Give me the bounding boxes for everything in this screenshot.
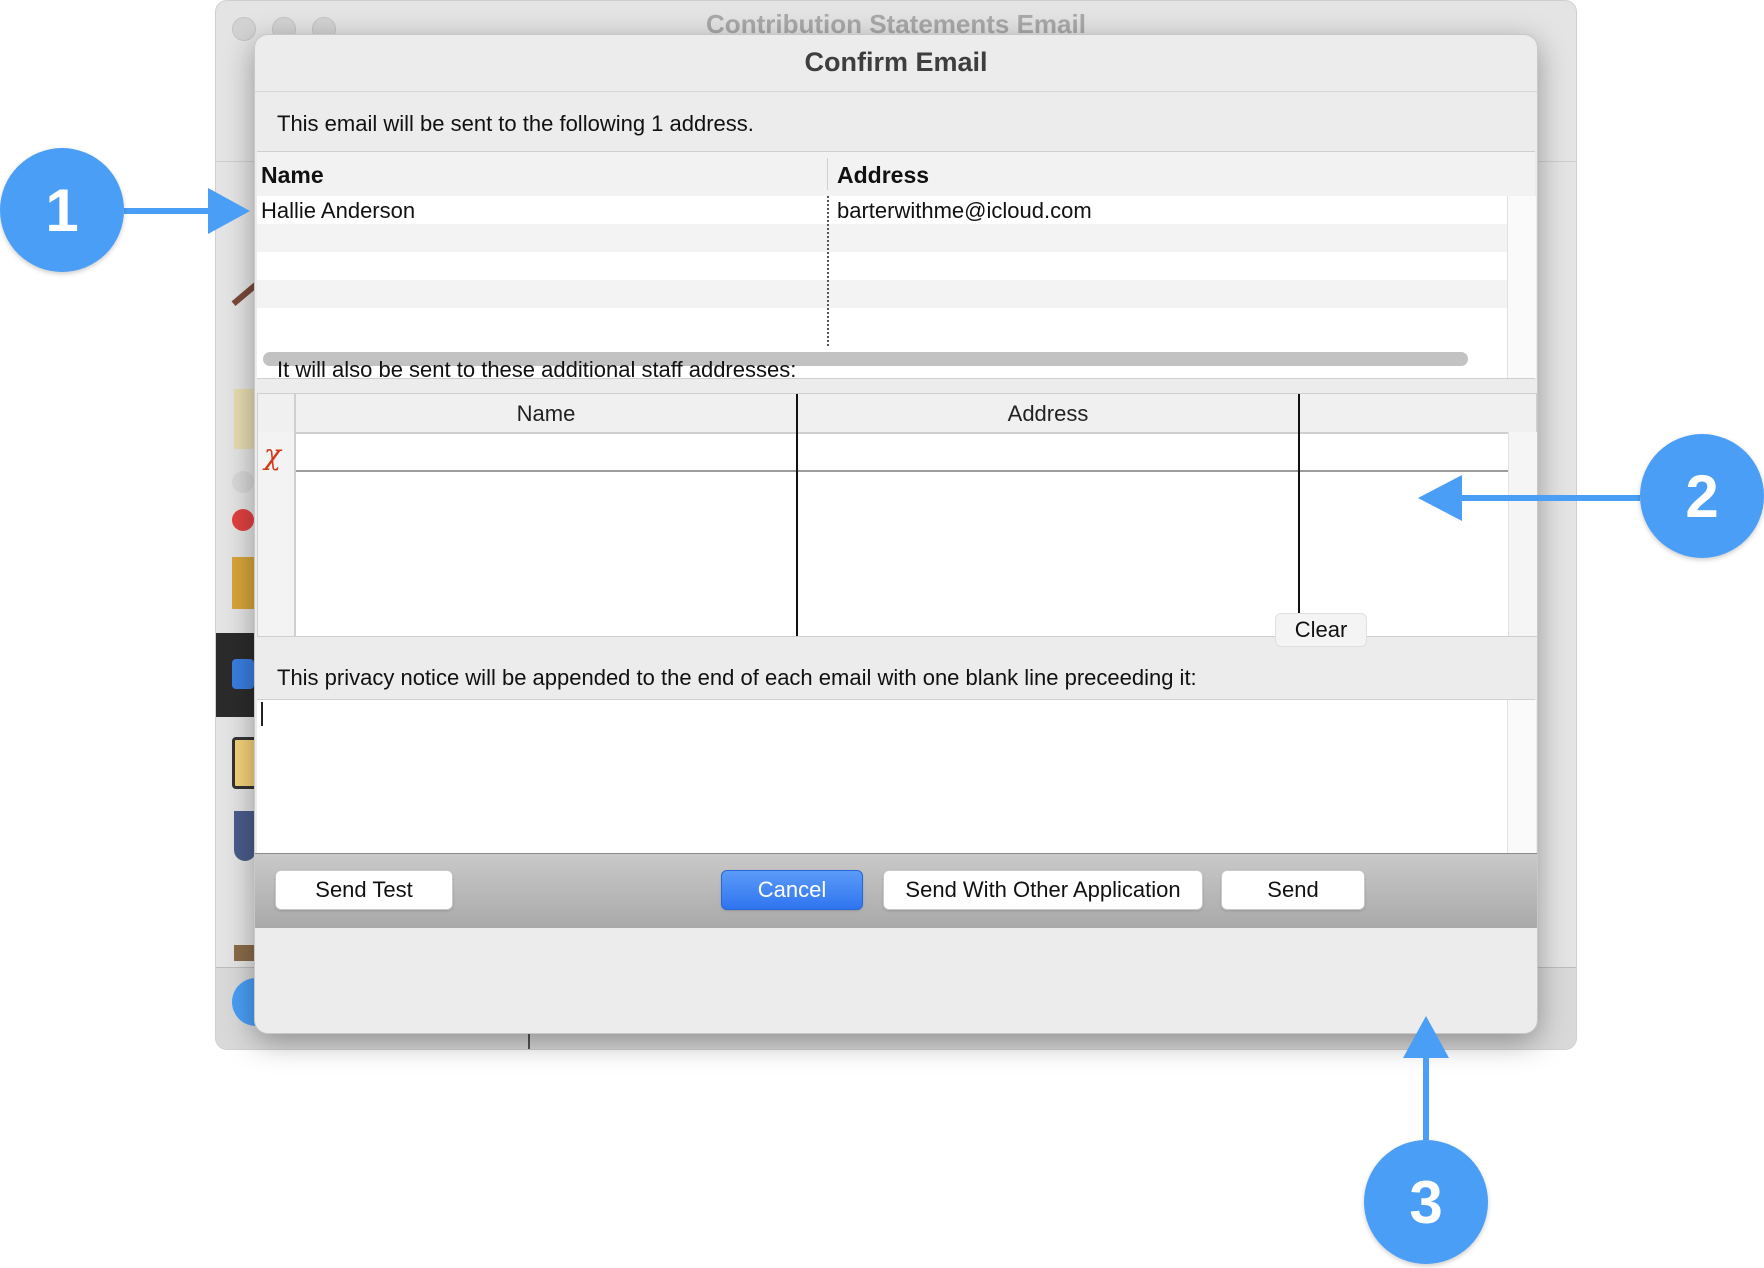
annotation-arrows <box>124 188 1640 1140</box>
annotation-badge-1: 1 <box>0 148 124 272</box>
arrow-2-head <box>1418 475 1462 521</box>
arrow-3-head <box>1403 1016 1449 1058</box>
annotation-badge-2: 2 <box>1640 434 1764 558</box>
annotation-badge-3: 3 <box>1364 1140 1488 1264</box>
arrow-1-head <box>208 188 250 234</box>
